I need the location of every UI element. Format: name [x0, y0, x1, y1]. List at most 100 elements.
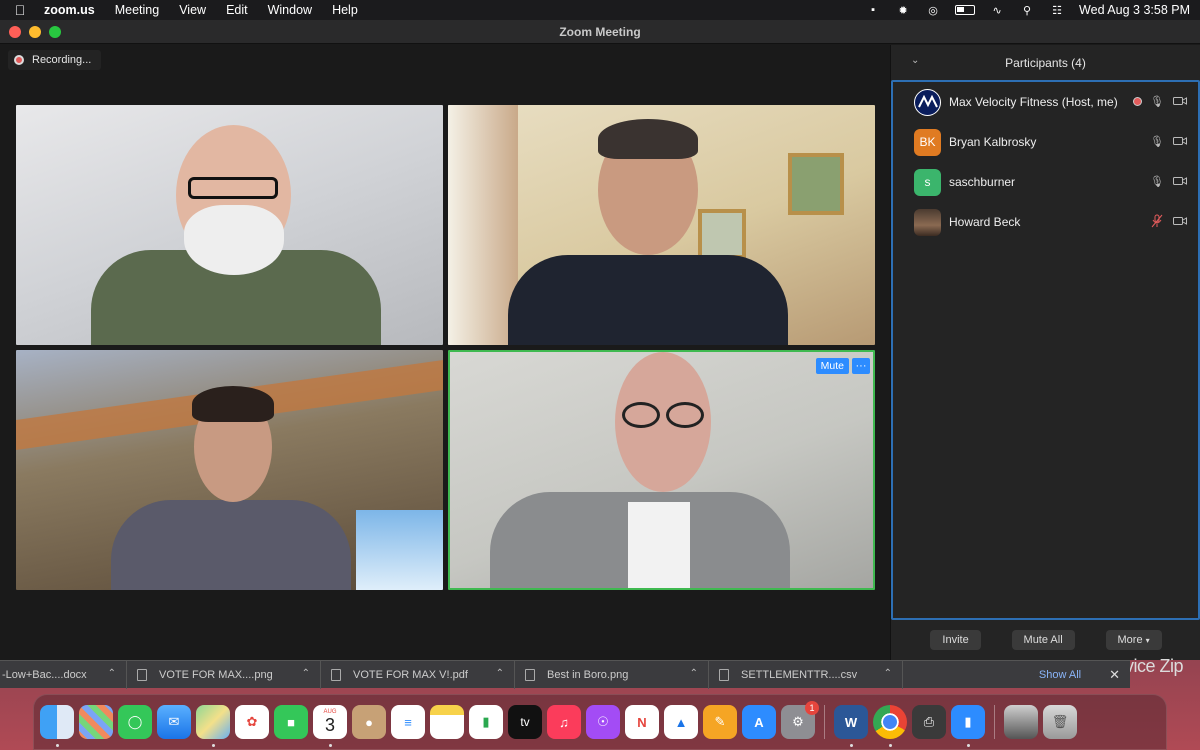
battery-icon[interactable] — [955, 5, 976, 15]
video-camera-icon[interactable] — [1172, 214, 1188, 228]
chevron-up-icon[interactable]: ⌃ — [108, 668, 116, 679]
zoom-icon[interactable]: ▮ — [951, 705, 985, 747]
podcasts-icon[interactable]: ☉ — [586, 705, 620, 739]
news-icon[interactable]: N — [625, 705, 659, 739]
chevron-up-icon[interactable]: ⌃ — [884, 668, 892, 679]
recording-indicator[interactable]: Recording... — [8, 50, 102, 70]
participants-panel: ⌄ Participants (4) Max Velocity Fitness … — [890, 45, 1200, 660]
download-item[interactable]: VOTE FOR MAX....png ⌃ — [127, 660, 321, 689]
participant-row[interactable]: Howard Beck — [893, 202, 1198, 242]
maps-icon[interactable] — [196, 705, 230, 747]
reminders-icon[interactable]: ≡ — [391, 705, 425, 739]
menu-app-name[interactable]: zoom.us — [40, 3, 105, 17]
download-item[interactable]: Best in Boro.png ⌃ — [515, 660, 709, 689]
chevron-up-icon[interactable]: ⌃ — [496, 668, 504, 679]
download-filename: VOTE FOR MAX....png — [159, 668, 273, 681]
recording-dot-icon — [14, 55, 24, 65]
keynote-icon[interactable]: ▲ — [664, 705, 698, 739]
wifi-icon[interactable]: ∿ — [989, 4, 1005, 17]
video-tile-2[interactable] — [448, 105, 875, 345]
menu-window[interactable]: Window — [258, 3, 322, 17]
systemprefs-icon[interactable]: ⚙ 1 — [781, 701, 819, 739]
printer-icon[interactable]: ⎙ — [912, 705, 946, 739]
menu-bar:  zoom.us Meeting View Edit Window Help … — [0, 0, 1200, 20]
microphone-icon[interactable]: 🎙︎ — [1150, 134, 1164, 148]
menu-edit[interactable]: Edit — [216, 3, 258, 17]
appstore-icon[interactable]: A — [742, 705, 776, 739]
chrome-icon[interactable] — [873, 705, 907, 747]
participant-row[interactable]: Max Velocity Fitness (Host, me) 🎙︎ — [893, 82, 1198, 122]
brightness-icon[interactable]: ✹ — [895, 4, 911, 17]
creative-cloud-icon[interactable]: ◎ — [925, 4, 941, 17]
calendar-icon[interactable]: AUG 3 — [313, 705, 347, 747]
calendar-day: 3 — [324, 715, 335, 735]
download-filename: -Low+Bac....docx — [2, 668, 87, 681]
menu-clock[interactable]: Wed Aug 3 3:58 PM — [1079, 3, 1190, 17]
more-button-label: More — [1117, 634, 1143, 646]
file-icon — [719, 668, 729, 681]
file-icon — [137, 668, 147, 681]
participant-name: Bryan Kalbrosky — [949, 135, 1037, 149]
collapse-chevron-icon[interactable]: ⌄ — [911, 55, 919, 66]
download-filename: SETTLEMENTTR....csv — [741, 668, 858, 681]
mail-icon[interactable]: ✉ — [157, 705, 191, 739]
close-window-icon[interactable] — [9, 25, 21, 38]
fullscreen-window-icon[interactable] — [49, 25, 61, 38]
file-icon — [525, 668, 535, 681]
trash-icon[interactable]: 🗑︎ — [1043, 705, 1077, 739]
mute-all-button[interactable]: Mute All — [1011, 630, 1075, 650]
photos-icon[interactable]: ✿ — [235, 705, 269, 739]
notes-icon[interactable] — [430, 705, 464, 739]
download-filename: VOTE FOR MAX V!.pdf — [353, 668, 468, 681]
video-gallery: Recording... Mute ··· — [0, 45, 890, 660]
participant-name: Howard Beck — [949, 215, 1021, 229]
participant-row[interactable]: s saschburner 🎙︎ — [893, 162, 1198, 202]
appletv-icon[interactable]: tv — [508, 705, 542, 739]
facetime-icon[interactable]: ■ — [274, 705, 308, 739]
pages-icon[interactable]: ✎ — [703, 705, 737, 739]
download-item[interactable]: -Low+Bac....docx ⌃ — [0, 660, 127, 689]
zoom-status-icon[interactable]: ▪ — [865, 4, 881, 16]
participant-avatar: s — [914, 168, 941, 196]
menu-meeting[interactable]: Meeting — [105, 3, 169, 17]
video-camera-icon[interactable] — [1172, 134, 1188, 148]
numbers-icon[interactable]: ▮ — [469, 705, 503, 739]
microphone-icon[interactable]: 🎙︎ — [1150, 94, 1164, 108]
contacts-icon[interactable]: ● — [352, 705, 386, 739]
finder-icon[interactable] — [40, 705, 74, 747]
downloads-bar: -Low+Bac....docx ⌃ VOTE FOR MAX....png ⌃… — [0, 660, 1130, 689]
tile-more-options-button[interactable]: ··· — [852, 358, 870, 374]
word-icon[interactable]: W — [834, 705, 868, 747]
photo-thumb-icon[interactable] — [1004, 705, 1038, 739]
menu-view[interactable]: View — [169, 3, 216, 17]
chevron-up-icon[interactable]: ⌃ — [690, 668, 698, 679]
show-all-downloads-link[interactable]: Show All — [1039, 669, 1081, 681]
microphone-icon[interactable]: 🎙︎ — [1150, 174, 1164, 188]
control-center-icon[interactable]: ☷ — [1049, 4, 1065, 17]
more-button[interactable]: More ▾ — [1105, 630, 1162, 650]
participant-row[interactable]: BK Bryan Kalbrosky 🎙︎ — [893, 122, 1198, 162]
minimize-window-icon[interactable] — [29, 25, 41, 38]
close-icon[interactable]: ✕ — [1109, 667, 1120, 683]
menu-help[interactable]: Help — [322, 3, 368, 17]
participants-header: ⌄ Participants (4) — [891, 45, 1200, 80]
invite-button[interactable]: Invite — [930, 630, 981, 650]
participant-name: saschburner — [949, 175, 1016, 189]
video-camera-icon[interactable] — [1172, 94, 1188, 108]
download-item[interactable]: VOTE FOR MAX V!.pdf ⌃ — [321, 660, 515, 689]
desktop:  zoom.us Meeting View Edit Window Help … — [0, 0, 1200, 750]
download-filename: Best in Boro.png — [547, 668, 629, 681]
video-tile-3[interactable] — [16, 350, 443, 590]
tile-mute-button[interactable]: Mute — [815, 358, 849, 374]
messages-icon[interactable]: ◯ — [118, 705, 152, 739]
music-icon[interactable]: ♫ — [547, 705, 581, 739]
video-tile-1[interactable] — [16, 105, 443, 345]
download-item[interactable]: SETTLEMENTTR....csv ⌃ — [709, 660, 903, 689]
search-icon[interactable]: ⚲ — [1019, 4, 1035, 17]
chevron-up-icon[interactable]: ⌃ — [302, 668, 310, 679]
microphone-muted-icon[interactable] — [1150, 214, 1164, 228]
video-camera-icon[interactable] — [1172, 174, 1188, 188]
launchpad-icon[interactable] — [79, 705, 113, 739]
video-tile-4-active-speaker[interactable]: Mute ··· — [448, 350, 875, 590]
apple-menu-icon[interactable]:  — [0, 2, 40, 18]
